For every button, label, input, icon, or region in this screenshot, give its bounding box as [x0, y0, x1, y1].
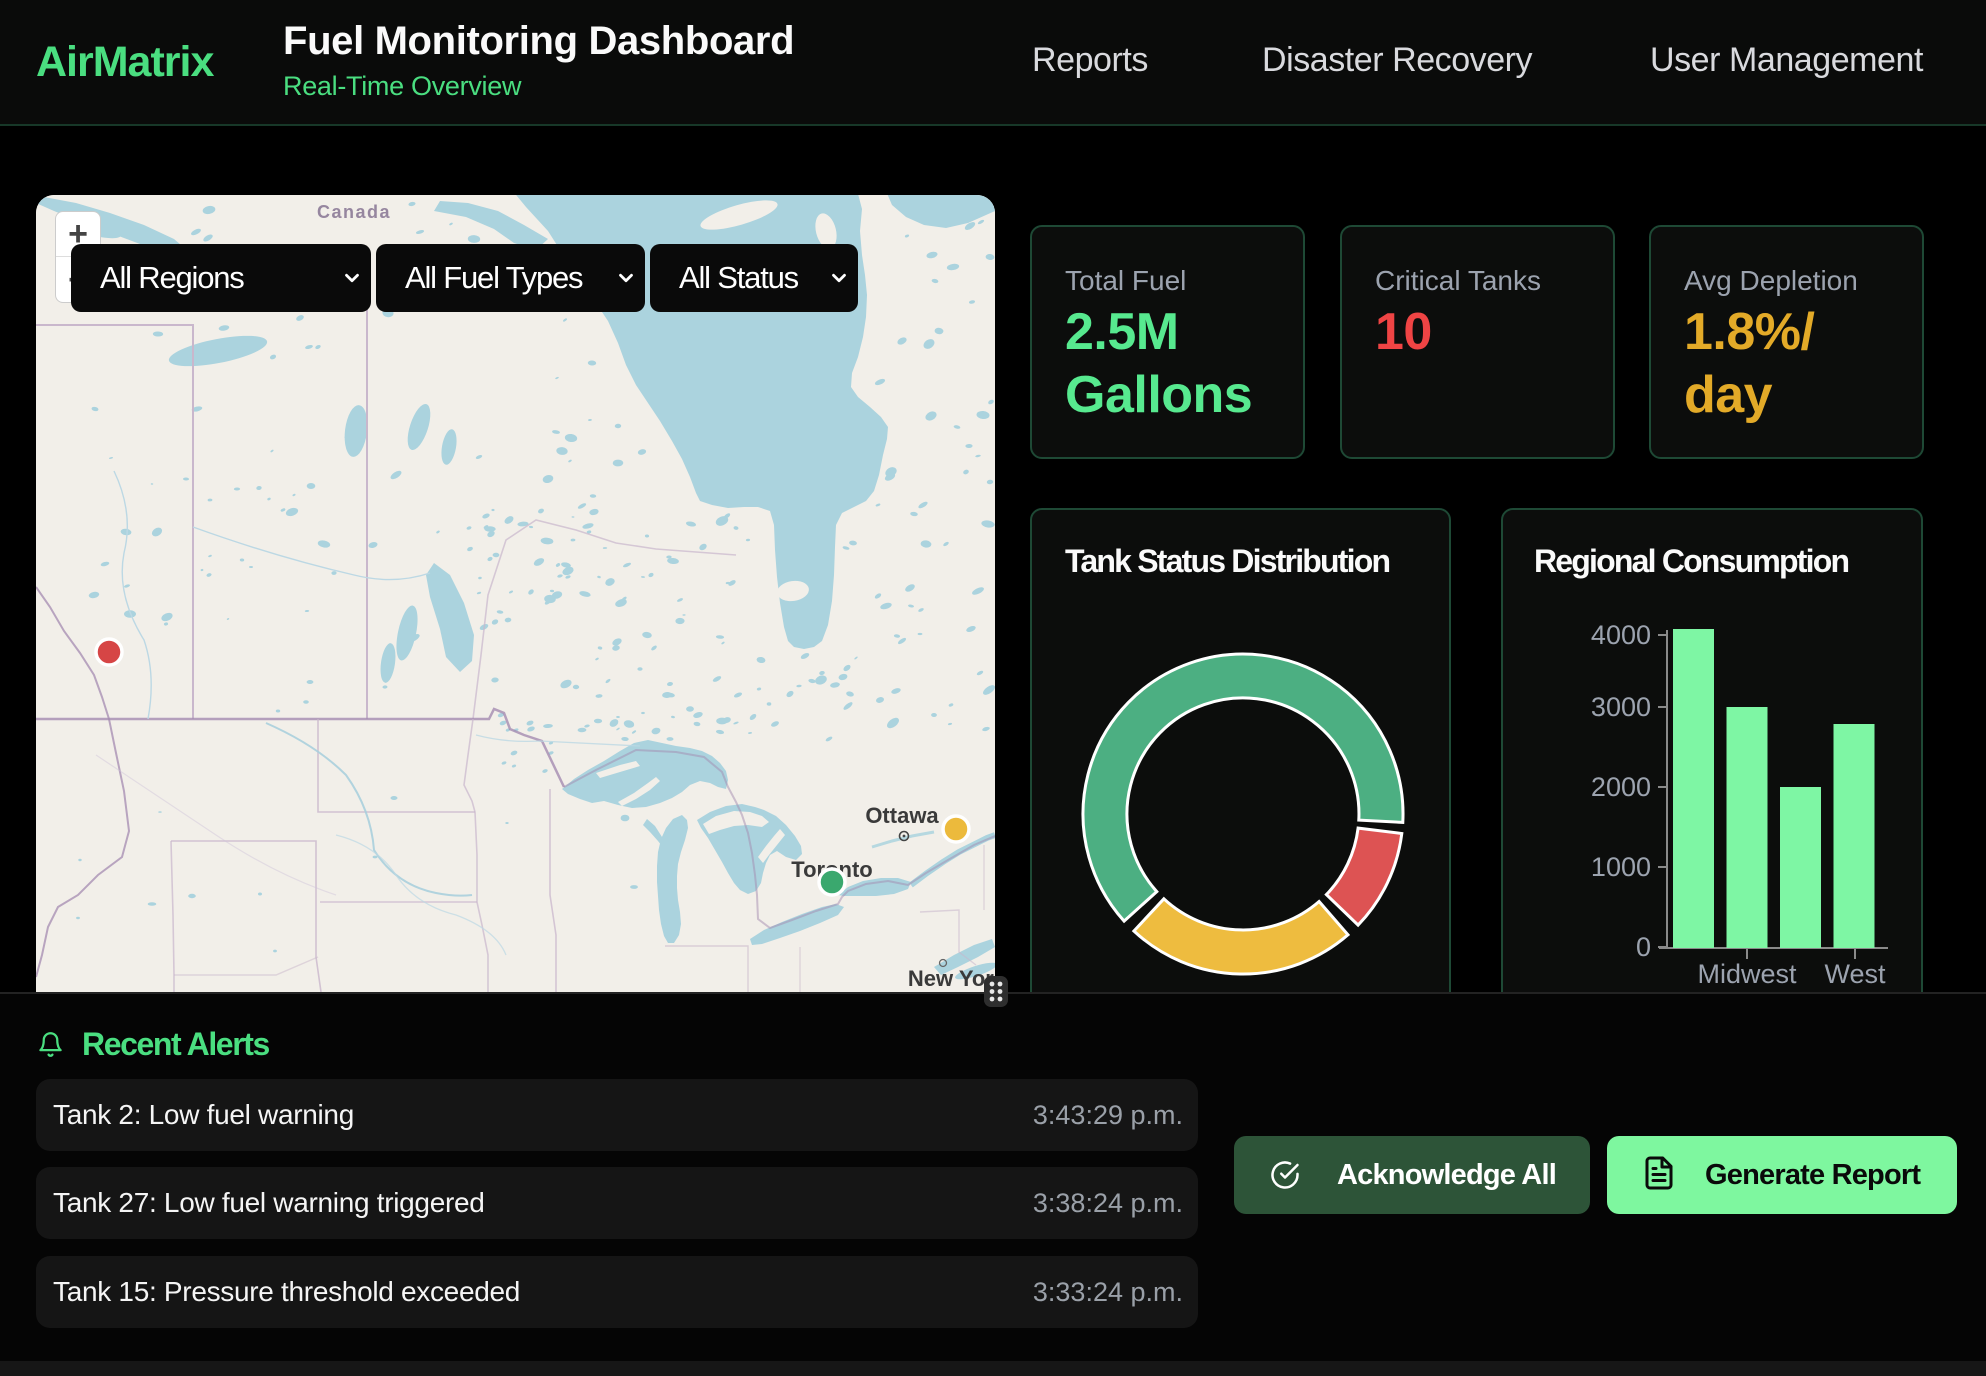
svg-text:3000: 3000 [1591, 692, 1651, 722]
svg-text:Ottawa: Ottawa [865, 803, 939, 828]
svg-text:0: 0 [1636, 932, 1651, 962]
svg-text:4000: 4000 [1591, 620, 1651, 650]
svg-text:West: West [1824, 959, 1886, 989]
svg-text:Canada: Canada [317, 202, 391, 222]
svg-text:2000: 2000 [1591, 772, 1651, 802]
svg-text:1000: 1000 [1591, 852, 1651, 882]
svg-text:Midwest: Midwest [1697, 959, 1797, 989]
svg-text:New York: New York [908, 966, 995, 991]
